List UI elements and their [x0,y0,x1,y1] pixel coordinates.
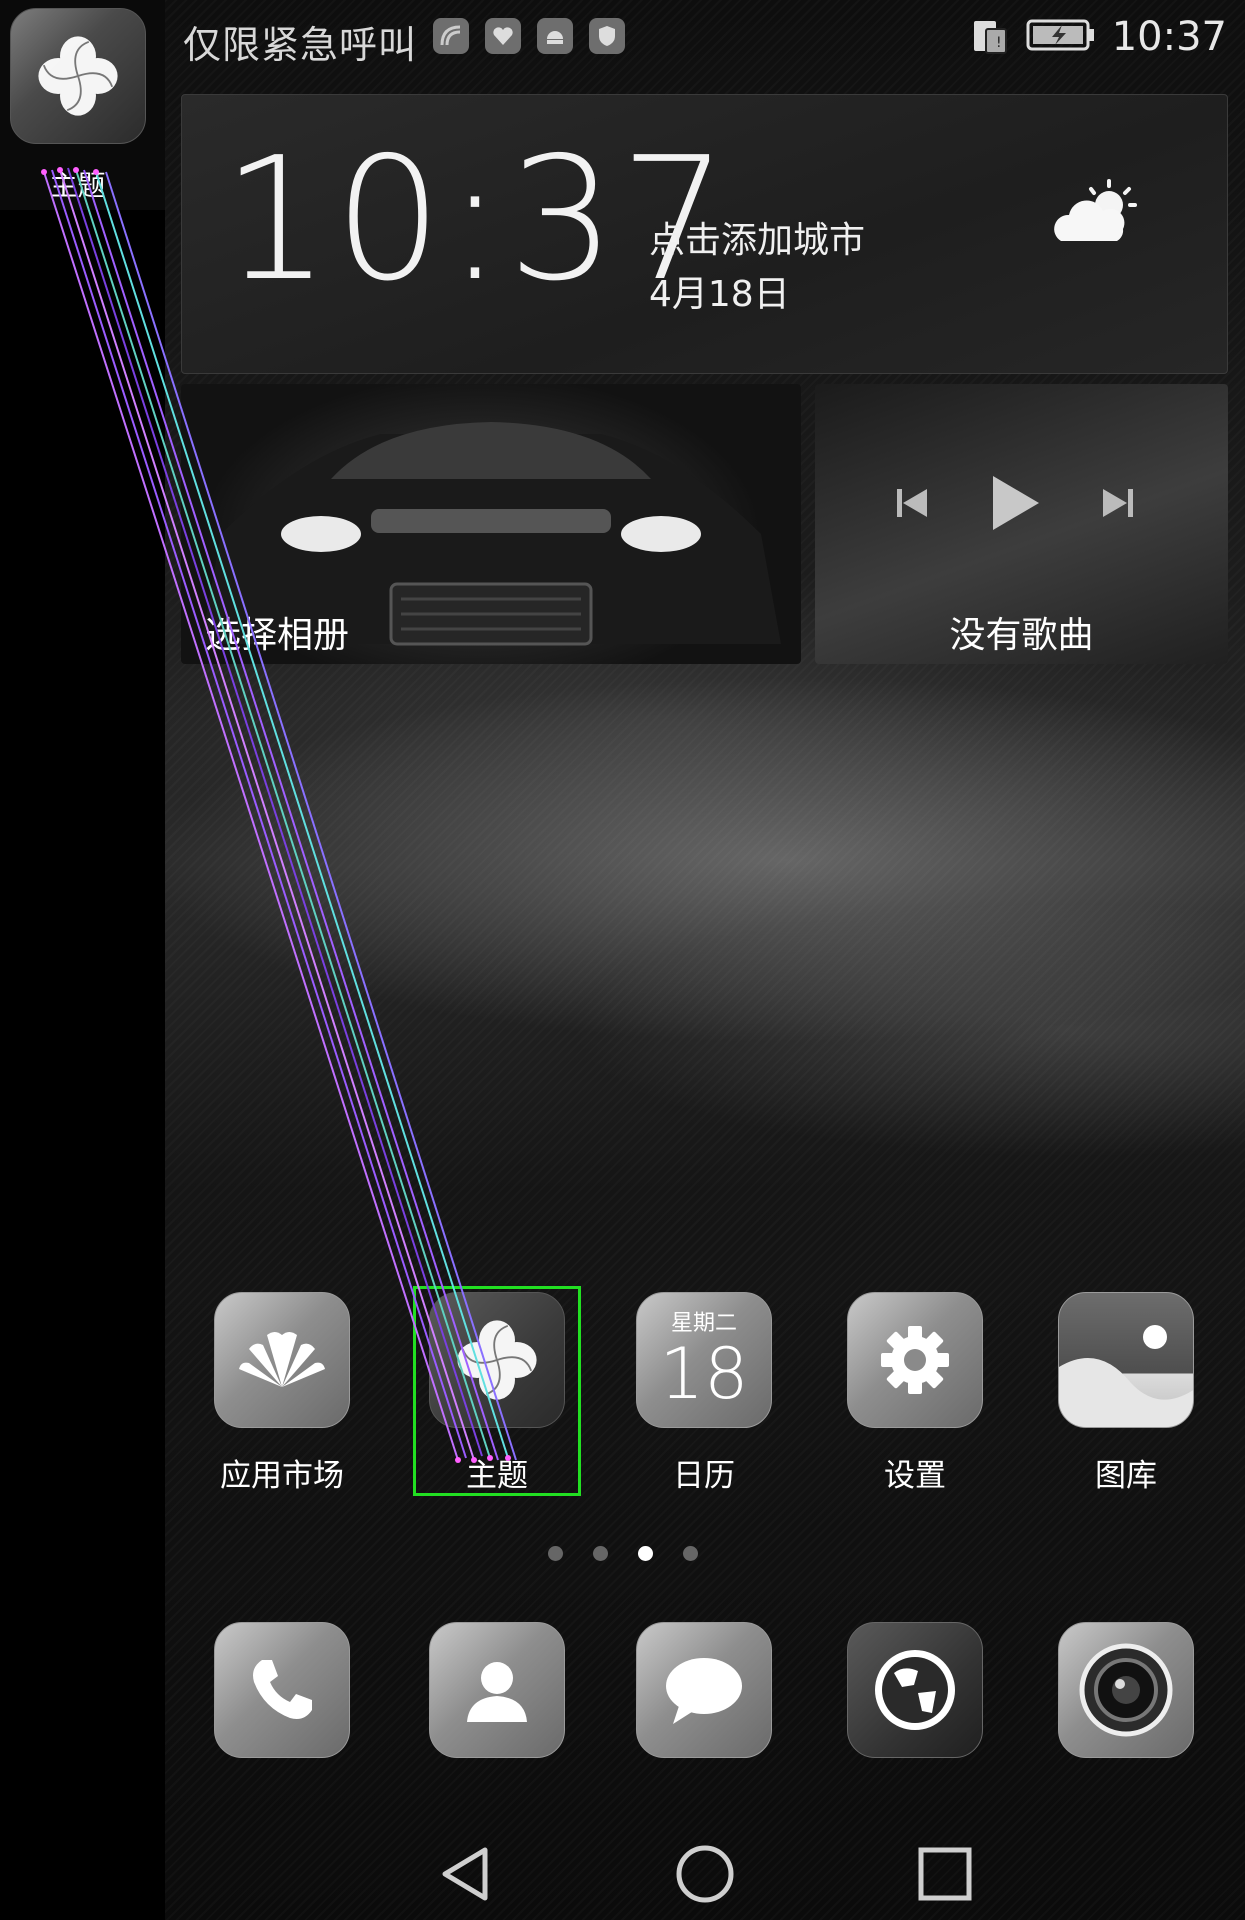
play-icon[interactable] [989,474,1041,536]
app-label: 日历 [673,1458,735,1494]
next-track-icon[interactable] [1101,485,1135,525]
dock-browser[interactable] [830,1622,1000,1758]
dock-camera[interactable] [1041,1622,1211,1758]
app-label: 设置 [884,1458,946,1494]
dock-phone[interactable] [197,1622,367,1758]
drag-pinwheel-icon [10,8,146,144]
calendar-day: 18 [659,1333,749,1415]
music-controls [895,474,1135,536]
weather-widget[interactable]: 10:37 点击添加城市 4月18日 [181,94,1228,374]
messages-icon [636,1622,772,1758]
notification-swirl-icon [433,18,469,54]
phone-icon [214,1622,350,1758]
dock-messages[interactable] [619,1622,789,1758]
contacts-icon [429,1622,565,1758]
app-appgallery[interactable]: 应用市场 [197,1292,367,1495]
notification-health-icon [485,18,521,54]
gallery-icon [1058,1292,1194,1428]
page-dot[interactable] [592,1546,608,1561]
drag-label: 主题 [49,169,106,202]
app-settings[interactable]: 设置 [830,1292,1000,1495]
calendar-icon: 星期二 18 [636,1292,772,1428]
recents-button[interactable] [905,1834,985,1914]
status-bar: 仅限紧急呼叫 ! 10:37 [165,0,1245,78]
dock-contacts[interactable] [412,1622,582,1758]
gallery-widget[interactable]: 选择相册 [181,384,801,664]
status-time: 10:37 [1111,14,1227,60]
widget-date: 4月18日 [649,274,790,315]
drag-preview: 主题 [0,0,165,210]
status-right: ! 10:37 [972,12,1227,62]
app-label: 图库 [1095,1458,1157,1494]
notification-shield-icon [589,18,625,54]
music-widget[interactable]: 没有歌曲 [815,384,1228,664]
app-label: 应用市场 [220,1458,344,1494]
carrier-text: 仅限紧急呼叫 [183,23,418,67]
partly-sunny-icon [1047,175,1147,255]
camera-icon [1058,1622,1194,1758]
select-album-label: 选择相册 [205,615,350,656]
back-button[interactable] [425,1834,505,1914]
svg-text:!: ! [996,35,1002,51]
page-indicator [0,1546,1245,1561]
app-gallery[interactable]: 图库 [1041,1292,1211,1495]
page-dot[interactable] [547,1546,563,1561]
browser-globe-icon [847,1622,983,1758]
notification-android-icon [537,18,573,54]
battery-charging-icon [1026,17,1096,57]
home-button[interactable] [665,1834,745,1914]
page-dot-active[interactable] [637,1546,653,1561]
page-dot[interactable] [682,1546,698,1561]
huawei-flower-icon [214,1292,350,1428]
add-city-link[interactable]: 点击添加城市 [649,211,865,263]
app-calendar[interactable]: 星期二 18 日历 [619,1292,789,1495]
gear-icon [847,1292,983,1428]
navigation-bar [165,1820,1245,1920]
no-songs-label: 没有歌曲 [949,615,1094,656]
sim-status-icon: ! [972,15,1010,59]
selection-highlight [413,1286,581,1496]
previous-track-icon[interactable] [895,485,929,525]
